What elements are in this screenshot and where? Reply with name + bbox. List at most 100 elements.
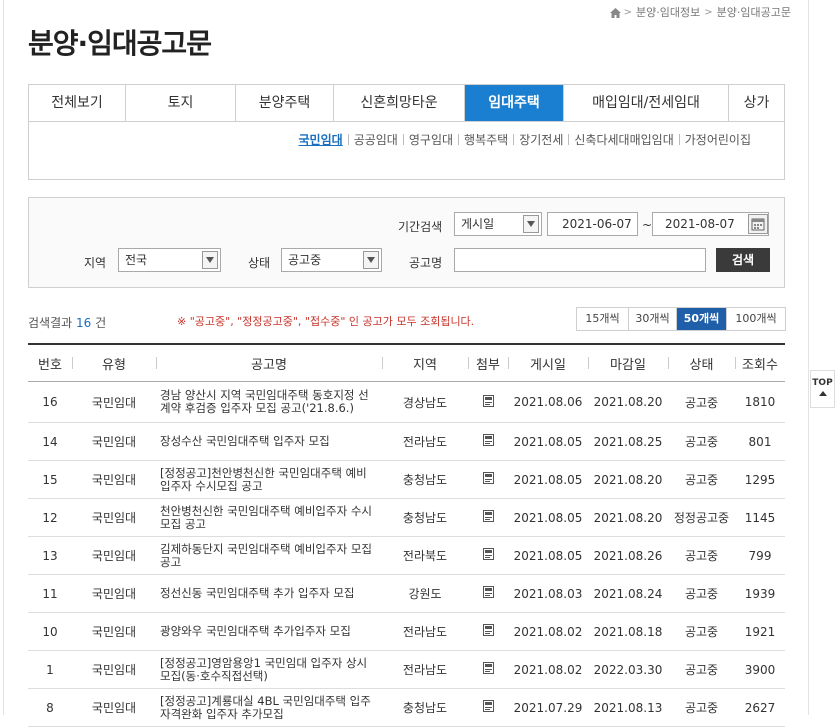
document-icon[interactable] [482,472,494,484]
document-icon[interactable] [482,434,494,446]
cell-title[interactable]: 정선신동 국민임대주택 추가 입주자 모집 [156,574,382,613]
cell-deadline: 2021.08.20 [588,498,668,537]
document-icon[interactable] [482,662,494,674]
document-icon[interactable] [482,548,494,560]
subnav-new-multiplex-purchase[interactable]: 신축다세대매입임대 [569,131,678,148]
chevron-down-icon [523,215,539,233]
cell-region: 강원도 [382,574,468,613]
table-row[interactable]: 16 국민임대 경남 양산시 지역 국민임대주택 동호지정 선계약 후검증 입주자 … [28,381,785,423]
cell-posted: 2021.08.02 [508,650,588,689]
tab-sale-housing[interactable]: 분양주택 [236,85,334,121]
col-header-number: 번호 [28,343,72,382]
table-row[interactable]: 1 국민임대 [정정공고]영암용앙1 국민임대 입주자 상시모집(동·호수직접선택)… [28,650,785,689]
status-select[interactable]: 공고중 [281,248,382,272]
subnav-national-rental[interactable]: 국민임대 [294,131,348,148]
cell-deadline: 2021.08.13 [588,688,668,727]
home-icon[interactable] [609,7,621,18]
col-header-posted: 게시일 [508,343,588,382]
cell-deadline: 2021.08.18 [588,612,668,651]
table-row[interactable]: 12 국민임대 천안병천신한 국민임대주택 예비입주자 수시모집 공고 충청남도 202… [28,498,785,537]
cell-title[interactable]: [정정공고]계룡대실 4BL 국민임대주택 입주자격완화 입주자 추가모집 [156,688,382,727]
table-row[interactable]: 13 국민임대 김제하동단지 국민임대주택 예비입주자 모집 공고 전라북도 2021.… [28,536,785,575]
cell-region: 충청남도 [382,498,468,537]
chevron-right-icon: > [704,6,713,18]
cell-number: 14 [28,422,72,461]
subnav-long-term-jeonse[interactable]: 장기전세 [514,131,568,148]
document-icon[interactable] [482,586,494,598]
cell-title[interactable]: 김제하동단지 국민임대주택 예비입주자 모집 공고 [156,536,382,575]
period-label: 기간검색 [398,220,443,234]
table-row[interactable]: 14 국민임대 장성수산 국민임대주택 입주자 모집 전라남도 2021.08.05 20… [28,422,785,461]
frame-border-left [3,0,4,715]
status-value: 공고중 [288,253,322,267]
cell-type: 국민임대 [72,460,156,499]
tab-rental-housing[interactable]: 임대주택 [465,85,564,121]
page-size-100[interactable]: 100개씩 [727,308,785,330]
cell-title[interactable]: 광양와우 국민임대주택 추가입주자 모집 [156,612,382,651]
chevron-down-icon [363,251,379,269]
date-from-input[interactable]: 2021-06-07 [547,212,638,236]
cell-deadline: 2021.08.20 [588,460,668,499]
tab-land[interactable]: 토지 [126,85,236,121]
cell-region: 전라남도 [382,422,468,461]
cell-attachment [468,688,508,727]
cell-title[interactable]: [정정공고]천안병천신한 국민임대주택 예비입주자 수시모집 공고 [156,460,382,499]
cell-type: 국민임대 [72,650,156,689]
table-row[interactable]: 15 국민임대 [정정공고]천안병천신한 국민임대주택 예비입주자 수시모집 공고 충… [28,460,785,499]
cell-type: 국민임대 [72,612,156,651]
col-header-region: 지역 [382,343,468,382]
subnav-public-rental[interactable]: 공공임대 [349,131,403,148]
cell-title[interactable]: 장성수산 국민임대주택 입주자 모집 [156,422,382,461]
subnav-happy-housing[interactable]: 행복주택 [459,131,513,148]
region-select[interactable]: 전국 [118,248,221,272]
document-icon[interactable] [482,394,494,407]
tab-all[interactable]: 전체보기 [29,85,126,121]
table-row[interactable]: 11 국민임대 정선신동 국민임대주택 추가 입주자 모집 강원도 2021.08.03… [28,574,785,613]
scroll-top-button[interactable]: TOP [810,370,835,408]
table-row[interactable]: 8 국민임대 [정정공고]계룡대실 4BL 국민임대주택 입주자격완화 입주자 추가… [28,688,785,727]
subnav-permanent-rental[interactable]: 영구임대 [404,131,458,148]
date-to-value: 2021-08-07 [665,217,735,231]
cell-title[interactable]: [정정공고]영암용앙1 국민임대 입주자 상시모집(동·호수직접선택) [156,650,382,689]
tab-purchase-jeonse-rental[interactable]: 매입임대/전세임대 [564,85,729,121]
cell-number: 11 [28,574,72,613]
sub-category-nav: 국민임대 공공임대 영구임대 행복주택 장기전세 신축다세대매입임대 가정어린이… [294,131,756,148]
page-size-50[interactable]: 50개씩 [677,308,727,330]
cell-posted: 2021.08.05 [508,498,588,537]
period-type-select[interactable]: 게시일 [454,212,542,236]
calendar-icon[interactable] [748,214,768,234]
result-suffix: 건 [95,316,107,330]
page-title: 분양·임대공고문 [28,27,212,60]
cell-type: 국민임대 [72,688,156,727]
region-label: 지역 [84,256,107,270]
document-icon[interactable] [482,624,494,636]
breadcrumb-item[interactable]: 분양·임대정보 [636,4,700,20]
tab-newlywed-town[interactable]: 신혼희망타운 [334,85,465,121]
document-icon[interactable] [482,510,494,522]
cell-deadline: 2021.08.26 [588,536,668,575]
cell-number: 8 [28,688,72,727]
subnav-home-daycare[interactable]: 가정어린이집 [680,131,756,148]
title-search-input[interactable] [454,248,706,272]
cell-attachment [468,460,508,499]
search-button[interactable]: 검색 [716,248,770,272]
document-icon[interactable] [482,700,494,712]
page-size-30[interactable]: 30개씩 [629,308,677,330]
tab-commercial[interactable]: 상가 [729,85,784,121]
cell-title[interactable]: 천안병천신한 국민임대주택 예비입주자 수시모집 공고 [156,498,382,537]
cell-type: 국민임대 [72,536,156,575]
cell-region: 충청남도 [382,460,468,499]
table-row[interactable]: 10 국민임대 광양와우 국민임대주택 추가입주자 모집 전라남도 2021.08.02… [28,612,785,651]
cell-title[interactable]: 경남 양산시 지역 국민임대주택 동호지정 선계약 후검증 입주자 모집 공고(… [156,381,382,423]
cell-attachment [468,422,508,461]
col-header-title: 공고명 [156,343,382,382]
cell-number: 13 [28,536,72,575]
cell-attachment [468,498,508,537]
cell-status: 공고중 [668,422,735,461]
cell-attachment [468,536,508,575]
cell-deadline: 2021.08.24 [588,574,668,613]
breadcrumb-item[interactable]: 분양·임대공고문 [717,4,791,20]
page-size-15[interactable]: 15개씩 [577,308,629,330]
sub-category-panel: 국민임대 공공임대 영구임대 행복주택 장기전세 신축다세대매입임대 가정어린이… [28,121,785,180]
cell-views: 1810 [735,381,785,423]
